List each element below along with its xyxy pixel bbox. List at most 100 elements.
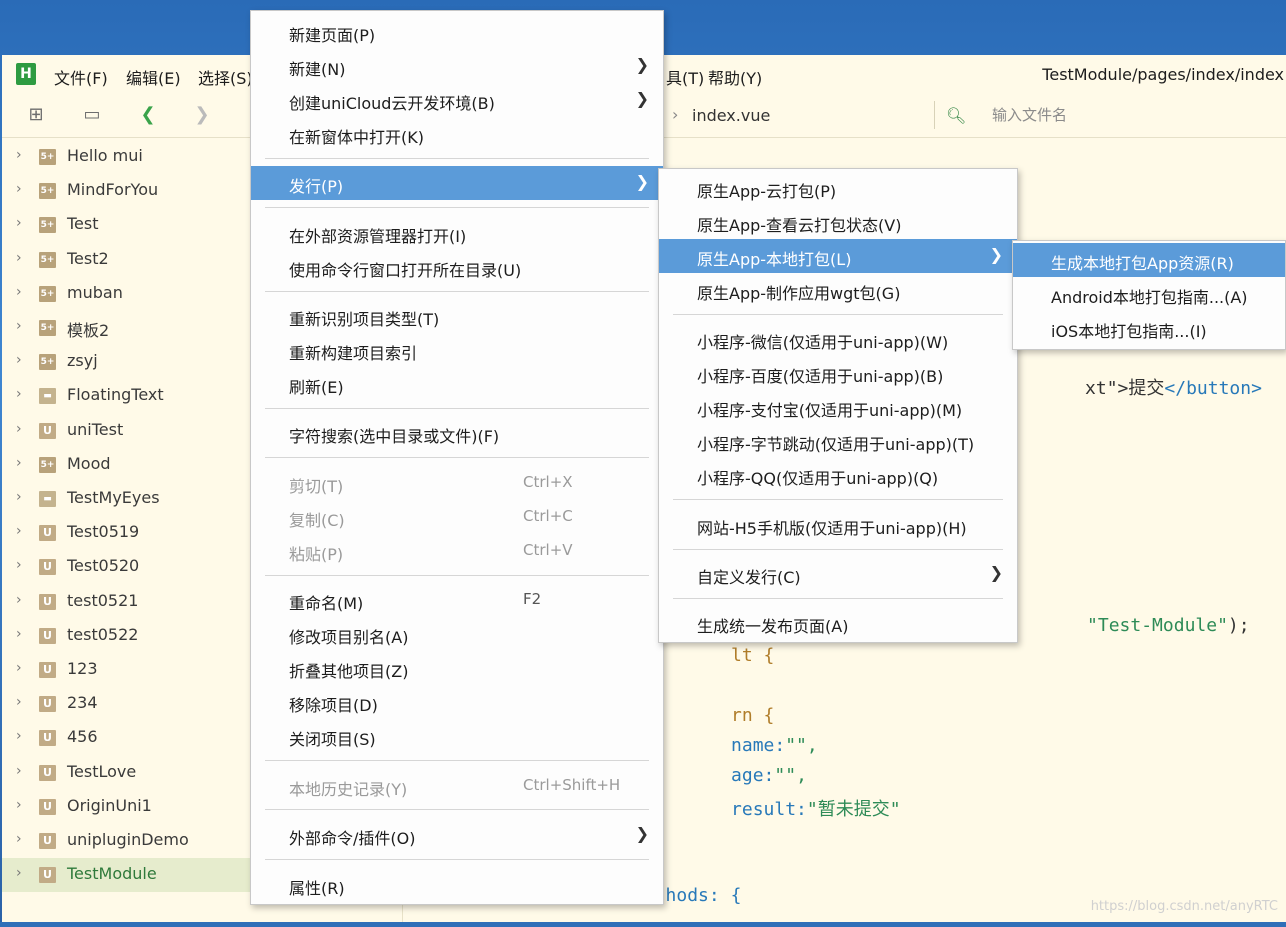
chevron-right-icon[interactable]: › xyxy=(16,181,22,197)
menu-item-label: 属性(R) xyxy=(289,879,345,898)
breadcrumb-chevron-icon: › xyxy=(672,105,679,124)
menu-item-label: 本地历史记录(Y) xyxy=(289,780,408,799)
menu-item[interactable]: 原生App-制作应用wgt包(G) xyxy=(659,273,1017,307)
menu-item[interactable]: 原生App-云打包(P) xyxy=(659,171,1017,205)
chevron-right-icon[interactable]: › xyxy=(16,455,22,471)
menu-item[interactable]: 移除项目(D) xyxy=(251,685,663,719)
menu-item[interactable]: 小程序-百度(仅适用于uni-app)(B) xyxy=(659,356,1017,390)
menu-item-label: 原生App-本地打包(L) xyxy=(697,250,852,269)
new-file-icon[interactable]: ⊞ xyxy=(24,103,48,127)
chevron-right-icon[interactable]: › xyxy=(16,797,22,813)
menu-item[interactable]: 关闭项目(S) xyxy=(251,719,663,753)
forward-arrow-icon[interactable]: ❯ xyxy=(190,103,214,127)
menu-item[interactable]: 小程序-支付宝(仅适用于uni-app)(M) xyxy=(659,390,1017,424)
chevron-right-icon[interactable]: › xyxy=(16,660,22,676)
html5plus-project-icon: 5+ xyxy=(39,149,56,165)
menu-help[interactable]: 帮助(Y) xyxy=(708,65,762,89)
chevron-right-icon[interactable]: › xyxy=(16,352,22,368)
menu-item-label: 粘贴(P) xyxy=(289,545,344,564)
menu-item[interactable]: 外部命令/插件(O) ❯ xyxy=(251,818,663,852)
chevron-right-icon[interactable]: › xyxy=(16,147,22,163)
menu-item[interactable]: 小程序-字节跳动(仅适用于uni-app)(T) xyxy=(659,424,1017,458)
chevron-right-icon[interactable]: › xyxy=(16,865,22,881)
file-search-input[interactable] xyxy=(990,105,1274,125)
menu-item[interactable]: 新建页面(P) xyxy=(251,15,663,49)
chevron-right-icon[interactable]: › xyxy=(16,421,22,437)
menu-item[interactable]: 重命名(M) F2 xyxy=(251,583,663,617)
chevron-right-icon[interactable]: › xyxy=(16,763,22,779)
menu-item[interactable]: 粘贴(P) Ctrl+V xyxy=(251,534,663,568)
menu-separator xyxy=(673,499,1003,500)
menu-file[interactable]: 文件(F) xyxy=(54,65,108,89)
menu-item[interactable]: 新建(N) ❯ xyxy=(251,49,663,83)
project-tree-label: Test2 xyxy=(67,248,109,268)
window-title-path: TestModule/pages/index/index xyxy=(1042,65,1284,84)
chevron-right-icon[interactable]: › xyxy=(16,831,22,847)
menu-item[interactable]: 原生App-查看云打包状态(V) xyxy=(659,205,1017,239)
menu-item[interactable]: 自定义发行(C) ❯ xyxy=(659,557,1017,591)
chevron-right-icon[interactable]: › xyxy=(16,215,22,231)
chevron-right-icon[interactable]: › xyxy=(16,626,22,642)
chevron-right-icon[interactable]: › xyxy=(16,694,22,710)
chevron-right-icon[interactable]: › xyxy=(16,318,22,334)
menu-item-label: 重新构建项目索引 xyxy=(289,344,418,363)
menu-item[interactable]: 原生App-本地打包(L) ❯ xyxy=(659,239,1017,273)
menu-item-label: 生成统一发布页面(A) xyxy=(697,617,849,636)
save-icon[interactable]: ▭ xyxy=(80,103,104,127)
menu-item-label: 折叠其他项目(Z) xyxy=(289,662,409,681)
submenu-arrow-icon: ❯ xyxy=(635,89,649,108)
menu-item[interactable]: 网站-H5手机版(仅适用于uni-app)(H) xyxy=(659,508,1017,542)
chevron-right-icon[interactable]: › xyxy=(16,284,22,300)
html5plus-project-icon: 5+ xyxy=(39,354,56,371)
menu-item[interactable]: 发行(P) ❯ xyxy=(251,166,663,200)
menu-item-label: 网站-H5手机版(仅适用于uni-app)(H) xyxy=(697,519,967,538)
menu-item[interactable]: 属性(R) xyxy=(251,868,663,902)
back-arrow-icon[interactable]: ❮ xyxy=(136,103,160,127)
menu-item-label: 使用命令行窗口打开所在目录(U) xyxy=(289,261,522,280)
menu-item[interactable]: 在新窗体中打开(K) xyxy=(251,117,663,151)
menu-item[interactable]: 在外部资源管理器打开(I) xyxy=(251,216,663,250)
menu-item-label: 发行(P) xyxy=(289,177,344,196)
menu-item[interactable]: 生成本地打包App资源(R) xyxy=(1013,243,1285,277)
menu-edit[interactable]: 编辑(E) xyxy=(126,65,181,89)
menu-item[interactable]: 重新构建项目索引 xyxy=(251,333,663,367)
menu-item[interactable]: 使用命令行窗口打开所在目录(U) xyxy=(251,250,663,284)
menu-item[interactable]: 小程序-微信(仅适用于uni-app)(W) xyxy=(659,322,1017,356)
menu-item[interactable]: 生成统一发布页面(A) xyxy=(659,606,1017,640)
menu-item[interactable]: 剪切(T) Ctrl+X xyxy=(251,466,663,500)
chevron-right-icon[interactable]: › xyxy=(16,250,22,266)
menu-separator xyxy=(265,207,649,208)
menu-item[interactable]: 复制(C) Ctrl+C xyxy=(251,500,663,534)
project-tree-label: Test xyxy=(67,214,99,234)
menu-item-label: 生成本地打包App资源(R) xyxy=(1051,254,1234,273)
chevron-right-icon[interactable]: › xyxy=(16,592,22,608)
menu-item[interactable]: 本地历史记录(Y) Ctrl+Shift+H xyxy=(251,769,663,803)
menu-item-label: 新建页面(P) xyxy=(289,26,376,45)
project-tree-label: unipluginDemo xyxy=(67,830,189,849)
menu-item[interactable]: 创建uniCloud云开发环境(B) ❯ xyxy=(251,83,663,117)
project-tree-label: TestMyEyes xyxy=(67,488,160,507)
menu-item[interactable]: Android本地打包指南...(A) xyxy=(1013,277,1285,311)
menu-item-label: 小程序-支付宝(仅适用于uni-app)(M) xyxy=(697,401,963,420)
project-tree-label: TestModule xyxy=(67,864,157,884)
menu-item[interactable]: 折叠其他项目(Z) xyxy=(251,651,663,685)
chevron-right-icon[interactable]: › xyxy=(16,386,22,402)
menu-item[interactable]: 重新识别项目类型(T) xyxy=(251,299,663,333)
menu-item[interactable]: 修改项目别名(A) xyxy=(251,617,663,651)
menu-item[interactable]: 字符搜索(选中目录或文件)(F) xyxy=(251,416,663,450)
chevron-right-icon[interactable]: › xyxy=(16,557,22,573)
menu-separator xyxy=(265,760,649,761)
chevron-right-icon[interactable]: › xyxy=(16,728,22,744)
menu-tools[interactable]: 具(T) xyxy=(666,65,704,89)
menu-item[interactable]: 刷新(E) xyxy=(251,367,663,401)
menu-item[interactable]: iOS本地打包指南...(I) xyxy=(1013,311,1285,345)
toolbar-divider xyxy=(934,101,935,129)
editor-tab-filename[interactable]: index.vue xyxy=(692,106,770,125)
menu-item[interactable]: 小程序-QQ(仅适用于uni-app)(Q) xyxy=(659,458,1017,492)
menu-item-shortcut: F2 xyxy=(523,590,542,608)
chevron-right-icon[interactable]: › xyxy=(16,489,22,505)
folder-icon: ▬ xyxy=(39,388,56,405)
menu-select[interactable]: 选择(S) xyxy=(198,65,253,89)
chevron-right-icon[interactable]: › xyxy=(16,523,22,539)
folder-icon: ▬ xyxy=(39,491,56,507)
